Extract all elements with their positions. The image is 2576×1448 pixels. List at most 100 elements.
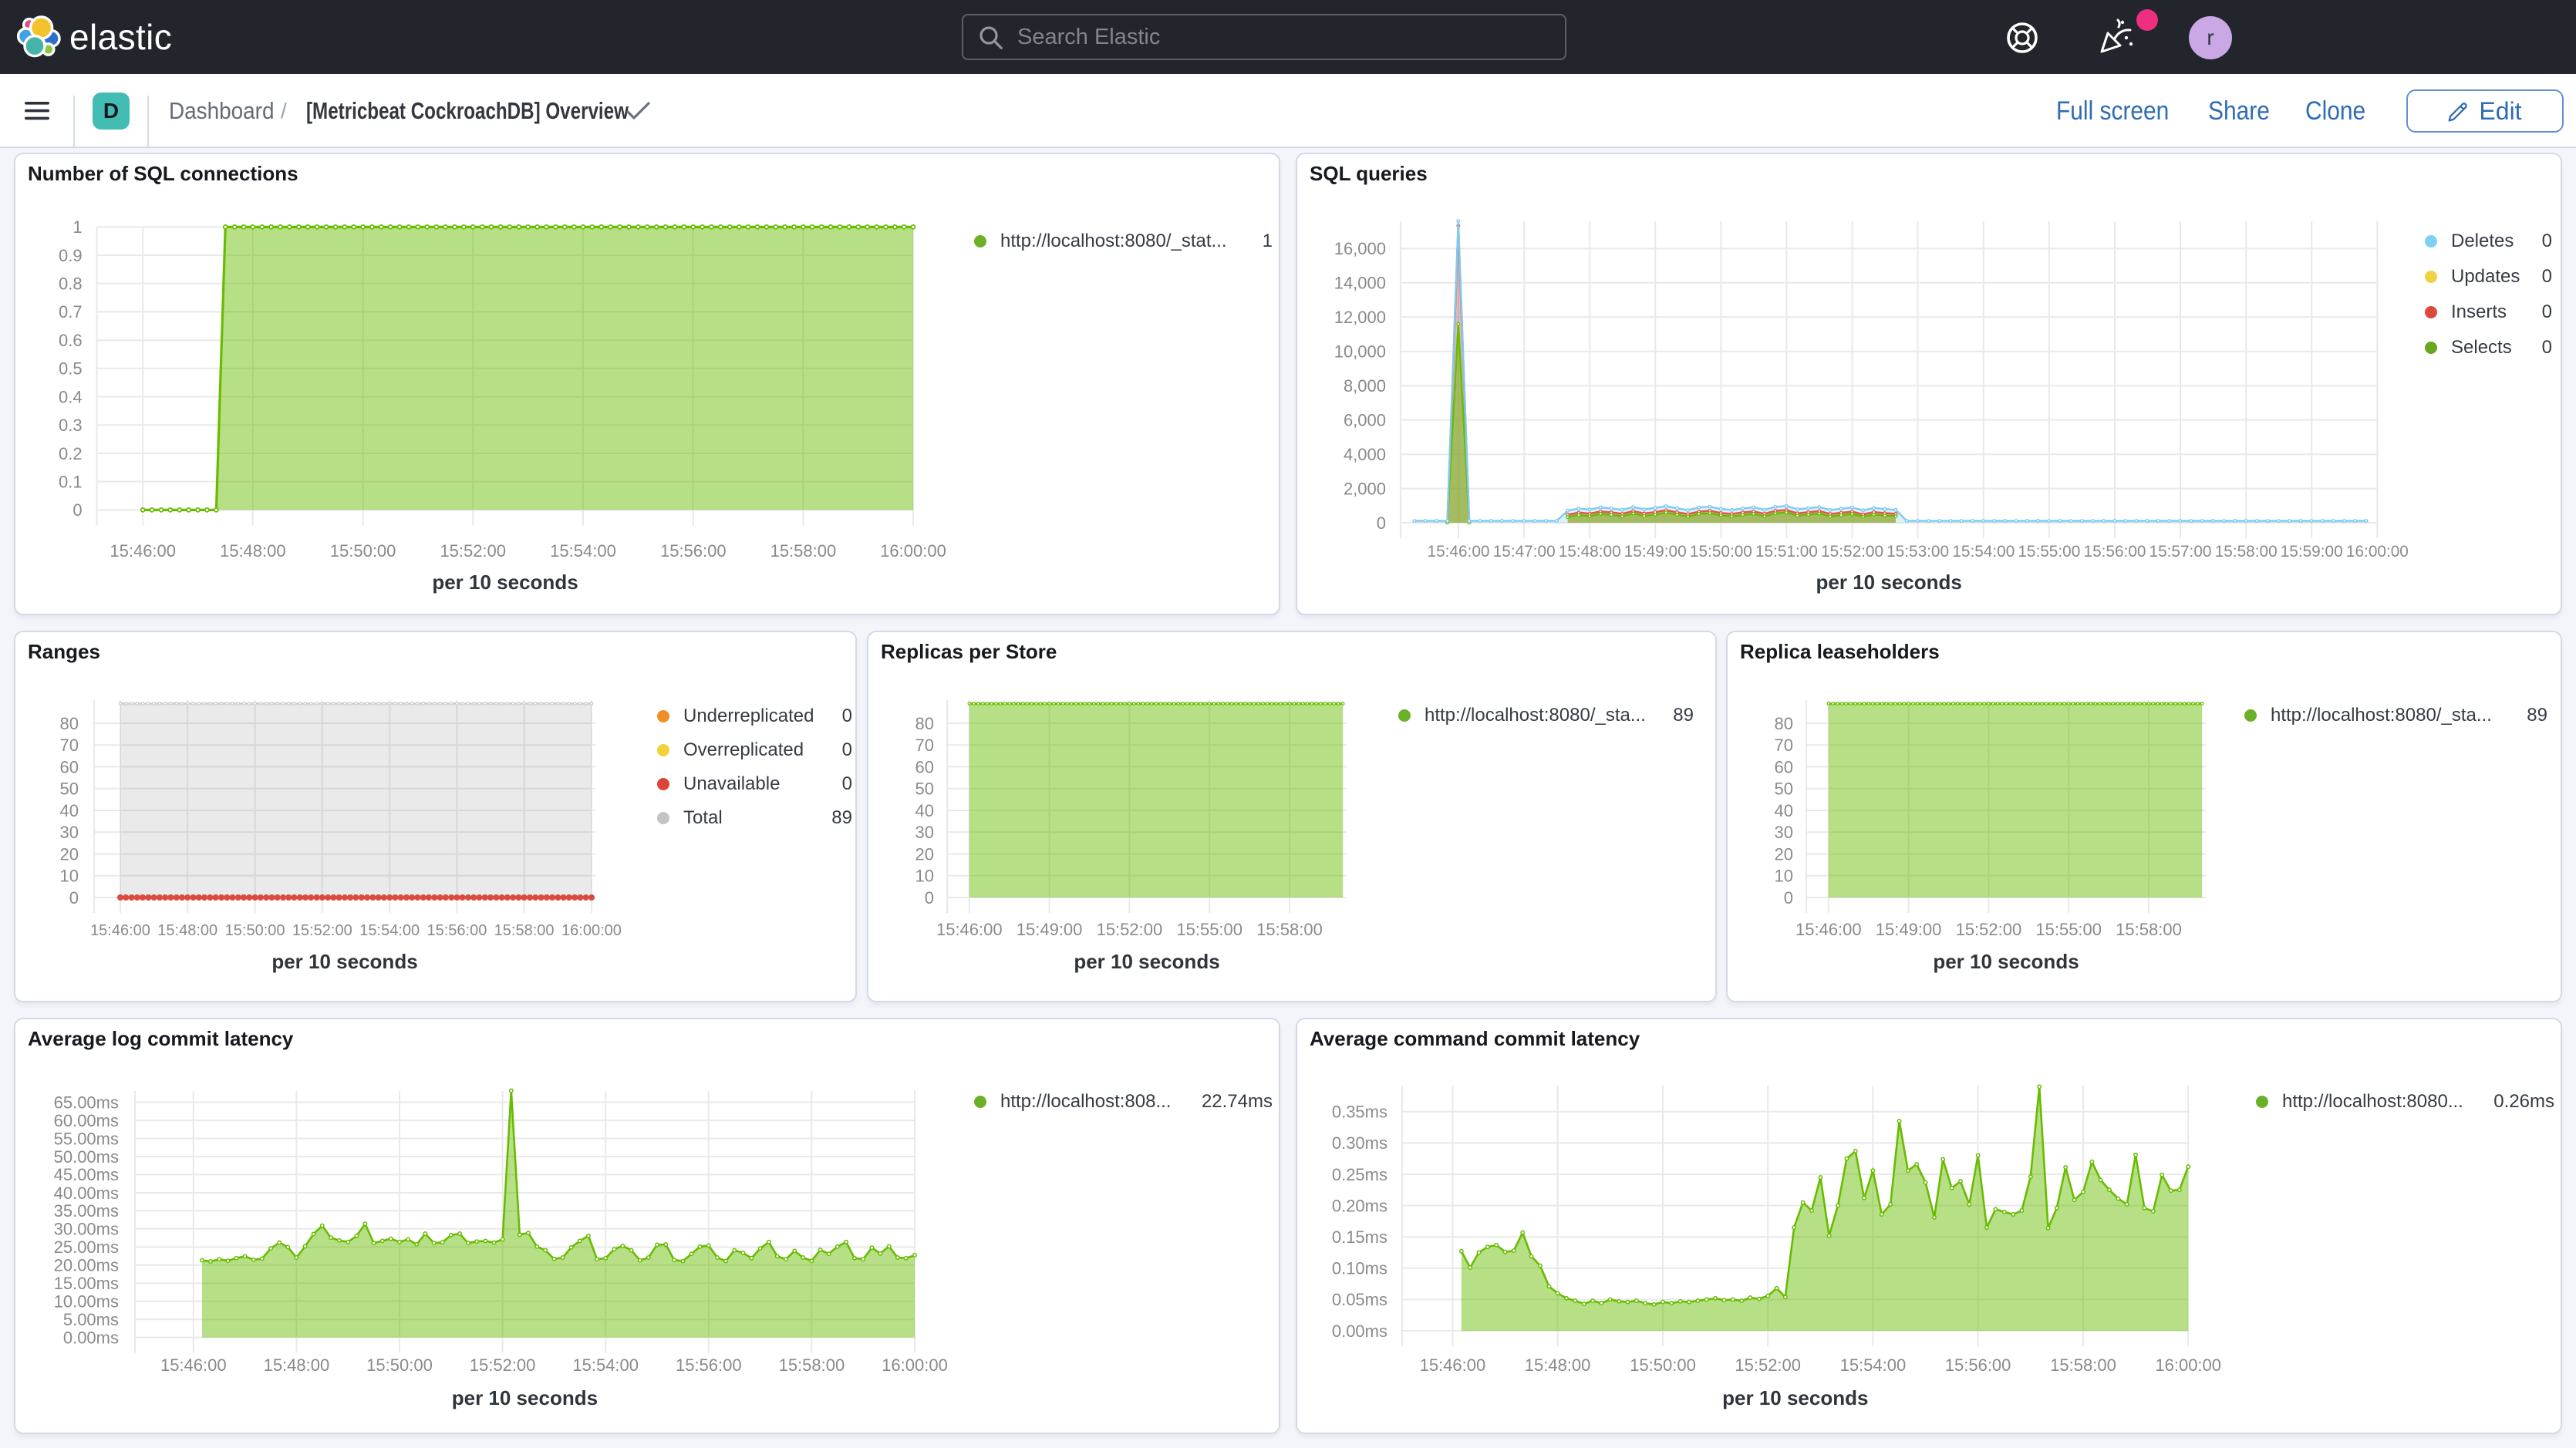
svg-text:0.1: 0.1 — [59, 472, 83, 491]
svg-text:0.00ms: 0.00ms — [63, 1328, 119, 1347]
svg-text:15:58:00: 15:58:00 — [779, 1355, 845, 1375]
svg-text:70: 70 — [915, 736, 934, 755]
svg-text:0: 0 — [69, 888, 79, 908]
svg-text:0.30ms: 0.30ms — [1332, 1133, 1387, 1153]
svg-text:15:46:00: 15:46:00 — [1420, 1355, 1486, 1375]
svg-text:40.00ms: 40.00ms — [54, 1184, 119, 1203]
svg-text:15:46:00: 15:46:00 — [160, 1355, 227, 1375]
svg-text:0.20ms: 0.20ms — [1332, 1196, 1387, 1215]
svg-text:15:48:00: 15:48:00 — [264, 1355, 330, 1375]
svg-text:per 10 seconds: per 10 seconds — [271, 950, 417, 973]
svg-text:30.00ms: 30.00ms — [54, 1220, 119, 1239]
svg-text:40: 40 — [915, 801, 934, 820]
svg-text:15:58:00: 15:58:00 — [770, 541, 837, 561]
svg-text:15:58:00: 15:58:00 — [2050, 1355, 2116, 1375]
svg-text:16:00:00: 16:00:00 — [2155, 1355, 2221, 1375]
svg-text:8,000: 8,000 — [1344, 376, 1386, 396]
svg-text:60: 60 — [1775, 757, 1793, 776]
svg-text:15:46:00: 15:46:00 — [90, 922, 150, 939]
svg-text:20: 20 — [915, 844, 934, 864]
svg-text:5.00ms: 5.00ms — [63, 1310, 119, 1329]
svg-text:0: 0 — [925, 888, 934, 908]
svg-text:15:56:00: 15:56:00 — [676, 1355, 742, 1375]
svg-text:10: 10 — [915, 867, 934, 886]
svg-text:15:52:00: 15:52:00 — [470, 1355, 536, 1375]
svg-text:15:54:00: 15:54:00 — [550, 541, 616, 561]
svg-text:16:00:00: 16:00:00 — [882, 1355, 948, 1375]
svg-text:20.00ms: 20.00ms — [54, 1256, 119, 1275]
svg-text:0: 0 — [72, 500, 82, 520]
svg-text:16:00:00: 16:00:00 — [561, 922, 622, 939]
svg-text:70: 70 — [1775, 736, 1793, 755]
svg-text:0.05ms: 0.05ms — [1332, 1290, 1387, 1309]
svg-text:15:51:00: 15:51:00 — [1755, 543, 1818, 561]
svg-text:per 10 seconds: per 10 seconds — [1933, 950, 2079, 973]
svg-text:30: 30 — [915, 823, 934, 842]
svg-text:25.00ms: 25.00ms — [54, 1238, 119, 1257]
svg-text:15.00ms: 15.00ms — [54, 1274, 119, 1293]
svg-text:15:52:00: 15:52:00 — [1735, 1355, 1801, 1375]
svg-text:15:54:00: 15:54:00 — [359, 922, 420, 939]
svg-text:15:50:00: 15:50:00 — [1630, 1355, 1696, 1375]
svg-text:0.10ms: 0.10ms — [1332, 1259, 1387, 1278]
svg-text:15:50:00: 15:50:00 — [1690, 543, 1752, 561]
svg-text:40: 40 — [1775, 801, 1793, 820]
svg-text:0.5: 0.5 — [59, 359, 83, 379]
svg-text:15:50:00: 15:50:00 — [225, 922, 285, 939]
svg-text:per 10 seconds: per 10 seconds — [1816, 571, 1962, 594]
svg-text:15:58:00: 15:58:00 — [2116, 920, 2182, 939]
svg-text:per 10 seconds: per 10 seconds — [452, 1386, 598, 1409]
svg-text:15:54:00: 15:54:00 — [1952, 543, 2015, 561]
svg-text:15:50:00: 15:50:00 — [330, 541, 396, 561]
svg-text:15:58:00: 15:58:00 — [494, 922, 555, 939]
svg-text:0.3: 0.3 — [59, 416, 83, 435]
svg-text:50.00ms: 50.00ms — [54, 1147, 119, 1167]
svg-text:0.2: 0.2 — [59, 444, 83, 463]
svg-text:15:46:00: 15:46:00 — [936, 920, 1003, 939]
svg-text:per 10 seconds: per 10 seconds — [1074, 950, 1219, 973]
svg-text:15:47:00: 15:47:00 — [1493, 543, 1556, 561]
svg-text:50: 50 — [1775, 780, 1793, 799]
svg-text:0.6: 0.6 — [59, 331, 83, 350]
svg-text:15:50:00: 15:50:00 — [366, 1355, 433, 1375]
svg-text:15:52:00: 15:52:00 — [440, 541, 506, 561]
svg-text:15:53:00: 15:53:00 — [1886, 543, 1949, 561]
svg-text:15:58:00: 15:58:00 — [2215, 543, 2278, 561]
svg-text:15:46:00: 15:46:00 — [1428, 543, 1490, 561]
svg-text:per 10 seconds: per 10 seconds — [1722, 1386, 1868, 1409]
svg-text:15:56:00: 15:56:00 — [660, 541, 727, 561]
svg-text:15:52:00: 15:52:00 — [1097, 920, 1163, 939]
svg-text:15:56:00: 15:56:00 — [427, 922, 487, 939]
svg-text:45.00ms: 45.00ms — [54, 1165, 119, 1184]
svg-text:10: 10 — [1775, 867, 1793, 886]
svg-text:15:52:00: 15:52:00 — [292, 922, 352, 939]
svg-text:15:48:00: 15:48:00 — [1525, 1355, 1591, 1375]
svg-text:16:00:00: 16:00:00 — [2346, 543, 2409, 561]
svg-text:0.4: 0.4 — [59, 387, 83, 406]
svg-text:2,000: 2,000 — [1344, 479, 1386, 498]
svg-text:15:48:00: 15:48:00 — [220, 541, 286, 561]
svg-text:30: 30 — [1775, 823, 1793, 842]
svg-text:55.00ms: 55.00ms — [54, 1129, 119, 1148]
svg-text:15:49:00: 15:49:00 — [1017, 920, 1083, 939]
svg-text:0: 0 — [1784, 888, 1793, 908]
svg-text:15:56:00: 15:56:00 — [2084, 543, 2146, 561]
svg-text:15:49:00: 15:49:00 — [1876, 920, 1942, 939]
svg-text:35.00ms: 35.00ms — [54, 1201, 119, 1221]
svg-text:50: 50 — [915, 780, 934, 799]
svg-text:15:46:00: 15:46:00 — [110, 541, 176, 561]
svg-text:0: 0 — [1377, 514, 1386, 533]
svg-text:15:55:00: 15:55:00 — [1176, 920, 1242, 939]
svg-text:10.00ms: 10.00ms — [54, 1291, 119, 1311]
svg-text:15:54:00: 15:54:00 — [1840, 1355, 1907, 1375]
svg-text:15:49:00: 15:49:00 — [1624, 543, 1687, 561]
svg-text:15:59:00: 15:59:00 — [2281, 543, 2343, 561]
svg-text:6,000: 6,000 — [1344, 410, 1386, 429]
svg-text:10: 10 — [60, 867, 79, 886]
svg-text:20: 20 — [60, 844, 79, 864]
svg-text:15:58:00: 15:58:00 — [1256, 920, 1323, 939]
svg-text:20: 20 — [1775, 844, 1793, 864]
svg-text:4,000: 4,000 — [1344, 445, 1386, 464]
svg-text:15:48:00: 15:48:00 — [1559, 543, 1621, 561]
svg-text:15:52:00: 15:52:00 — [1821, 543, 1883, 561]
